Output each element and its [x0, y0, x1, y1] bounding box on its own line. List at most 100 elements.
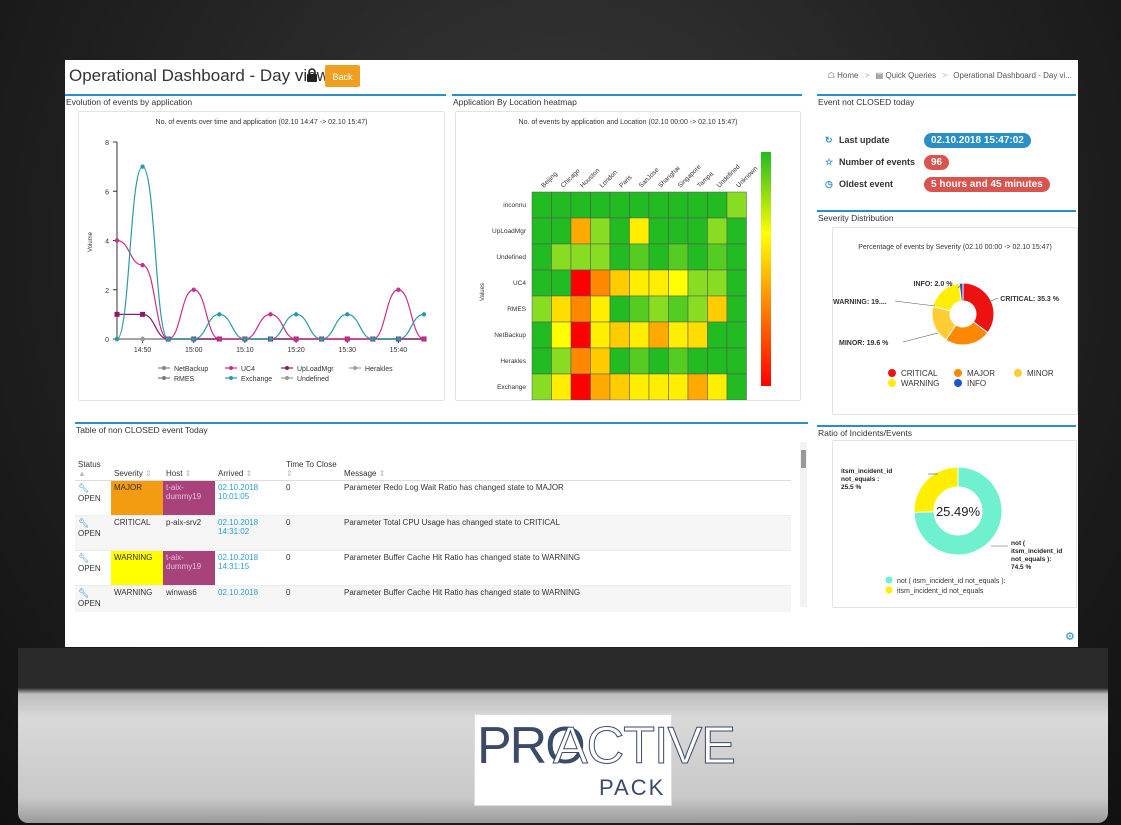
table-scrollbar[interactable]: [800, 442, 807, 607]
heatmap-card: No. of events by application and Locatio…: [455, 111, 801, 401]
y-tick-label: 0: [105, 337, 109, 344]
heatmap-cell: [726, 347, 747, 375]
legend-marker: [229, 366, 233, 370]
column-header-arrived[interactable]: Arrived ⇕: [215, 446, 283, 481]
legend-marker: [285, 366, 289, 370]
clock-icon: ◷: [825, 179, 833, 189]
sort-asc-icon: ▲: [78, 469, 86, 478]
dashboard-screen: Operational Dashboard - Day view Back ☖ …: [65, 60, 1078, 647]
message-cell: Parameter Total CPU Usage has changed st…: [341, 515, 791, 551]
y-axis-label: Volume: [88, 231, 94, 252]
heatmap-cell: [531, 217, 552, 245]
heatmap-cell: [551, 347, 572, 375]
heatmap-row-label: Undefined: [496, 254, 526, 261]
event-table: Status ▲ Severity ⇕ Host ⇕ Arrived ⇕ Time…: [75, 446, 791, 612]
gear-icon[interactable]: ⚙: [1065, 630, 1075, 643]
legend-item: Herakles: [365, 366, 393, 373]
breadcrumb-home[interactable]: Home: [837, 71, 858, 80]
table-row[interactable]: 🔧︎ OPEN CRITICAL p-aix-srv2 02.10.2018 1…: [75, 515, 791, 551]
column-header-status[interactable]: Status ▲: [75, 446, 111, 481]
legend-marker: [285, 376, 289, 380]
legend-marker: [229, 376, 233, 380]
heatmap-cell: [629, 347, 650, 375]
legend-item: not ( itsm_incident_id not_equals ):: [897, 578, 1006, 585]
heatmap-cell: [609, 321, 630, 349]
host-cell: t-aix-dummy19: [163, 550, 215, 586]
breadcrumb-quick-queries[interactable]: Quick Queries: [885, 71, 936, 80]
oldest-event-badge: 5 hours and 45 minutes: [924, 177, 1050, 192]
breadcrumb-separator: >: [864, 71, 870, 80]
heatmap-cell: [629, 321, 650, 349]
event-table-container: Status ▲ Severity ⇕ Host ⇕ Arrived ⇕ Time…: [65, 422, 810, 612]
heatmap-cell: [570, 373, 591, 400]
data-point: [191, 336, 196, 342]
host-cell: p-aix-srv2: [163, 515, 215, 551]
message-cell: Parameter Buffer Cache Hit Ratio has cha…: [341, 585, 791, 612]
column-header-severity[interactable]: Severity ⇕: [111, 446, 163, 481]
heatmap-cell: [570, 295, 591, 323]
data-point: [140, 262, 145, 268]
legend-marker: [885, 586, 893, 594]
severity-donut-chart: CRITICAL: 35.3 % MINOR: 19.6 % WARNING: 19…: [833, 281, 1060, 388]
heatmap-cell: [609, 217, 630, 245]
logo-text-active: ACTIVE: [553, 717, 737, 776]
heatmap-cell: [590, 191, 611, 219]
heatmap-cell: [726, 321, 747, 349]
heatmap-cell: [707, 269, 728, 297]
scrollbar-thumb[interactable]: [801, 450, 806, 468]
heatmap-cell: [551, 321, 572, 349]
severity-cell: WARNING: [111, 585, 163, 612]
data-point: [345, 336, 350, 342]
column-header-message[interactable]: Message ⇕: [341, 446, 791, 481]
heatmap-cell: [707, 321, 728, 349]
arrived-cell: 02.10.2018 14:31:15: [215, 550, 283, 586]
wrench-icon[interactable]: 🔧︎: [78, 518, 89, 528]
heatmap-cell: [629, 269, 650, 297]
heatmap-cell: [648, 347, 669, 375]
page-title: Operational Dashboard - Day view: [69, 66, 329, 85]
table-row[interactable]: 🔧︎ OPEN WARNING t-aix-dummy19 02.10.2018…: [75, 550, 791, 586]
y-tick-label: 6: [105, 189, 109, 196]
legend-marker: [954, 369, 962, 377]
wrench-icon[interactable]: 🔧︎: [78, 588, 89, 598]
slice-label: itsm_incident_id not_equals :25.5 %: [841, 468, 892, 491]
heatmap-column-label: Paris: [618, 173, 634, 189]
data-point: [165, 336, 171, 342]
legend-marker: [885, 576, 893, 584]
breadcrumb-current: Operational Dashboard - Day vi...: [953, 71, 1072, 80]
data-point: [396, 336, 401, 342]
heatmap-cell: [707, 191, 728, 219]
heatmap-row-label: RMES: [507, 306, 526, 313]
column-header-host[interactable]: Host ⇕: [163, 446, 215, 481]
heatmap-cell: [590, 347, 611, 375]
heatmap-cell: [687, 347, 708, 375]
x-tick-label: 15:30: [338, 347, 356, 354]
table-row[interactable]: 🔧︎ OPEN MAJOR t-aix-dummy19 02.10.2018 1…: [75, 480, 791, 516]
wrench-icon[interactable]: 🔧︎: [78, 483, 89, 493]
data-point: [268, 336, 273, 342]
host-cell: winwas6: [163, 585, 215, 612]
slice-label: not (itsm_incident_id not_equals ): 74.5 %: [1011, 540, 1062, 571]
heatmap-cell: [687, 295, 708, 323]
slice-label: MINOR: 19.6 %: [839, 340, 889, 347]
heatmap-row-label: inconnu: [503, 202, 526, 209]
heatmap-chart: Beijing ChicagoHoustonLondon Paris SanJoseS…: [480, 152, 771, 400]
heatmap-column-label: Tampa: [696, 170, 715, 189]
column-header-time-to-close[interactable]: Time To Close ⇕: [283, 446, 341, 481]
heatmap-cell: [648, 243, 669, 271]
heatmap-row-label: Herakles: [500, 358, 526, 365]
legend-marker: [954, 379, 962, 387]
heatmap-cell: [551, 269, 572, 297]
heatmap-cell: [531, 191, 552, 219]
heatmap-cell: [590, 269, 611, 297]
y-tick-label: 2: [105, 288, 109, 295]
legend-item: NetBackup: [174, 366, 208, 373]
heatmap-cell: [687, 243, 708, 271]
sort-icon: ⇕: [145, 469, 152, 478]
table-row[interactable]: 🔧︎ OPEN WARNING winwas6 02.10.2018 0 Par…: [75, 585, 791, 612]
x-tick-label: 15:10: [236, 347, 254, 354]
back-button[interactable]: Back: [325, 65, 360, 87]
data-point: [140, 164, 145, 169]
wrench-icon[interactable]: 🔧︎: [78, 553, 89, 563]
data-point: [140, 311, 146, 317]
